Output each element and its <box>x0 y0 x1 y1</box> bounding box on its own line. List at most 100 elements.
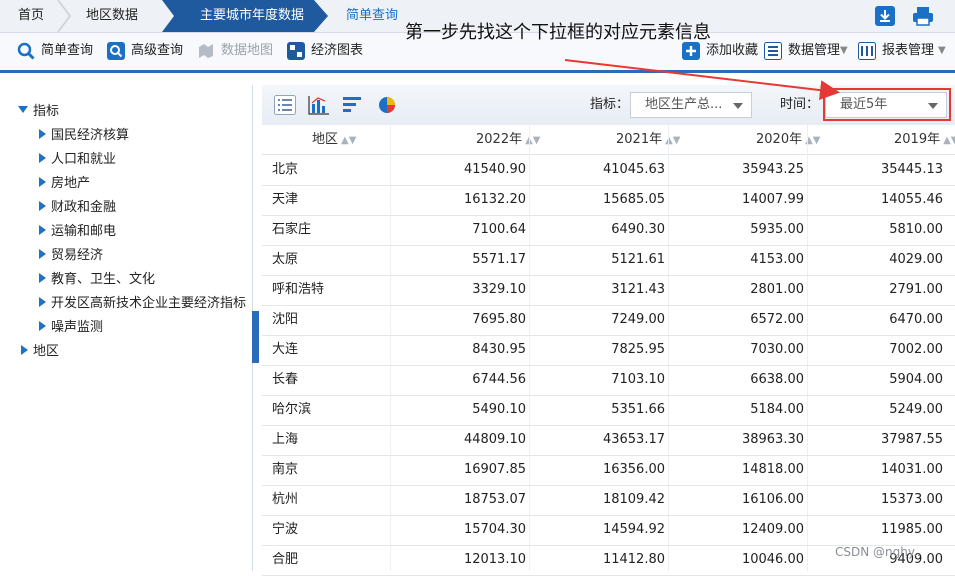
triangle-right-icon <box>39 249 46 259</box>
tree-node-dev-zone[interactable]: 开发区高新技术企业主要经济指标 <box>39 293 246 315</box>
panel-toolbar: 指标： 地区生产总... 时间： 最近5年 <box>262 85 955 126</box>
simple-query-button[interactable]: 简单查询 <box>17 41 97 61</box>
table-row: 杭州 18753.07 18109.42 16106.00 15373.00 <box>262 485 955 516</box>
value-cell: 16907.85 <box>463 462 526 477</box>
breadcrumb-active-label: 主要城市年度数据 <box>200 8 305 23</box>
region-cell: 上海 <box>272 432 299 447</box>
breadcrumb-active[interactable]: 主要城市年度数据 <box>162 0 332 32</box>
value-cell: 5121.61 <box>611 252 665 267</box>
value-cell: 44809.10 <box>463 432 526 447</box>
triangle-right-icon <box>39 225 46 235</box>
value-cell: 4153.00 <box>750 252 804 267</box>
print-icon[interactable] <box>912 5 934 27</box>
economic-chart-button[interactable]: 经济图表 <box>287 41 367 61</box>
value-cell: 35943.25 <box>741 162 804 177</box>
value-cell: 7030.00 <box>750 342 804 357</box>
value-cell: 5490.10 <box>472 402 526 417</box>
triangle-right-icon <box>39 321 46 331</box>
breadcrumb-current: 简单查询 <box>346 8 399 23</box>
table-row: 哈尔滨 5490.10 5351.66 5184.00 5249.00 <box>262 395 955 426</box>
triangle-right-icon <box>39 153 46 163</box>
breadcrumb-region-data[interactable]: 地区数据 <box>86 0 138 32</box>
value-cell: 15685.05 <box>602 192 665 207</box>
table-row: 南京 16907.85 16356.00 14818.00 14031.00 <box>262 455 955 486</box>
advanced-search-icon <box>107 42 125 60</box>
breadcrumb-home[interactable]: 首页 <box>18 0 44 32</box>
table-row: 长春 6744.56 7103.10 6638.00 5904.00 <box>262 365 955 396</box>
region-cell: 南京 <box>272 462 299 477</box>
value-cell: 5571.17 <box>472 252 526 267</box>
table-row: 上海 44809.10 43653.17 38963.30 37987.55 <box>262 425 955 456</box>
value-cell: 2801.00 <box>750 282 804 297</box>
triangle-right-icon <box>39 177 46 187</box>
table-view-icon[interactable] <box>274 95 296 115</box>
value-cell: 3121.43 <box>611 282 665 297</box>
advanced-query-button[interactable]: 高级查询 <box>107 41 187 61</box>
download-icon[interactable] <box>874 5 896 27</box>
data-map-button[interactable]: 数据地图 <box>197 41 277 61</box>
tree-node-real-estate[interactable]: 房地产 <box>39 173 90 195</box>
region-cell: 杭州 <box>272 492 299 507</box>
annotation-text: 第一步先找这个下拉框的对应元素信息 <box>405 22 711 43</box>
value-cell: 5935.00 <box>750 222 804 237</box>
table-row: 大连 8430.95 7825.95 7030.00 7002.00 <box>262 335 955 366</box>
value-cell: 14031.00 <box>880 462 943 477</box>
header-2020[interactable]: 2020年 ▲▼ <box>756 125 820 154</box>
header-2019[interactable]: 2019年 ▲▼ <box>894 125 955 154</box>
triangle-right-icon <box>39 201 46 211</box>
tree-node-transport-post[interactable]: 运输和邮电 <box>39 221 116 243</box>
table-row: 宁波 15704.30 14594.92 12409.00 11985.00 <box>262 515 955 546</box>
add-favorite-button[interactable]: 添加收藏 <box>682 41 762 61</box>
value-cell: 7825.95 <box>611 342 665 357</box>
chevron-down-icon <box>733 103 743 109</box>
tree-node-finance[interactable]: 财政和金融 <box>39 197 116 219</box>
tree-node-national-accounts[interactable]: 国民经济核算 <box>39 125 129 147</box>
header-2021[interactable]: 2021年 ▲▼ <box>616 125 680 154</box>
tree-node-education-health-culture[interactable]: 教育、卫生、文化 <box>39 269 155 291</box>
value-cell: 18109.42 <box>602 492 665 507</box>
triangle-right-icon <box>39 297 46 307</box>
table-row: 天津 16132.20 15685.05 14007.99 14055.46 <box>262 185 955 216</box>
indicator-tree: 指标 国民经济核算 人口和就业 房地产 财政和金融 运输和邮电 贸易经济 教育、… <box>0 85 253 571</box>
tree-node-indicators[interactable]: 指标 <box>18 101 59 123</box>
region-cell: 宁波 <box>272 522 299 537</box>
value-cell: 41045.63 <box>602 162 665 177</box>
value-cell: 16132.20 <box>463 192 526 207</box>
tree-node-noise[interactable]: 噪声监测 <box>39 317 103 339</box>
data-manage-menu[interactable]: 数据管理 ▼ <box>764 41 852 61</box>
value-cell: 7249.00 <box>611 312 665 327</box>
sort-icon: ▲▼ <box>341 135 357 146</box>
bar-chart-icon[interactable] <box>308 95 330 115</box>
region-cell: 哈尔滨 <box>272 402 312 417</box>
panel-splitter-handle[interactable] <box>252 311 259 363</box>
header-region[interactable]: 地区 ▲▼ <box>312 125 356 154</box>
region-cell: 石家庄 <box>272 222 312 237</box>
pie-chart-icon[interactable] <box>376 95 398 115</box>
region-cell: 大连 <box>272 342 299 357</box>
chart-icon <box>287 42 305 60</box>
horizontal-bar-icon[interactable] <box>342 95 364 115</box>
value-cell: 43653.17 <box>602 432 665 447</box>
value-cell: 14594.92 <box>602 522 665 537</box>
value-cell: 3329.10 <box>472 282 526 297</box>
tree-node-region[interactable]: 地区 <box>21 341 59 363</box>
table-row: 沈阳 7695.80 7249.00 6572.00 6470.00 <box>262 305 955 336</box>
triangle-right-icon <box>21 345 28 355</box>
tree-node-population-employment[interactable]: 人口和就业 <box>39 149 116 171</box>
report-manage-menu[interactable]: 报表管理 ▼ <box>858 41 950 61</box>
value-cell: 37987.55 <box>880 432 943 447</box>
sort-icon: ▲▼ <box>525 135 541 146</box>
tree-node-trade-economy[interactable]: 贸易经济 <box>39 245 103 267</box>
chevron-down-icon: ▼ <box>938 45 946 56</box>
value-cell: 4029.00 <box>889 252 943 267</box>
value-cell: 7100.64 <box>472 222 526 237</box>
time-label: 时间： <box>780 97 820 112</box>
region-cell: 天津 <box>272 192 299 207</box>
indicator-select[interactable]: 地区生产总... <box>630 92 752 118</box>
region-cell: 太原 <box>272 252 299 267</box>
triangle-down-icon <box>18 106 28 113</box>
map-icon <box>199 44 213 58</box>
value-cell: 14007.99 <box>741 192 804 207</box>
header-2022[interactable]: 2022年 ▲▼ <box>476 125 540 154</box>
plus-icon <box>682 42 700 60</box>
